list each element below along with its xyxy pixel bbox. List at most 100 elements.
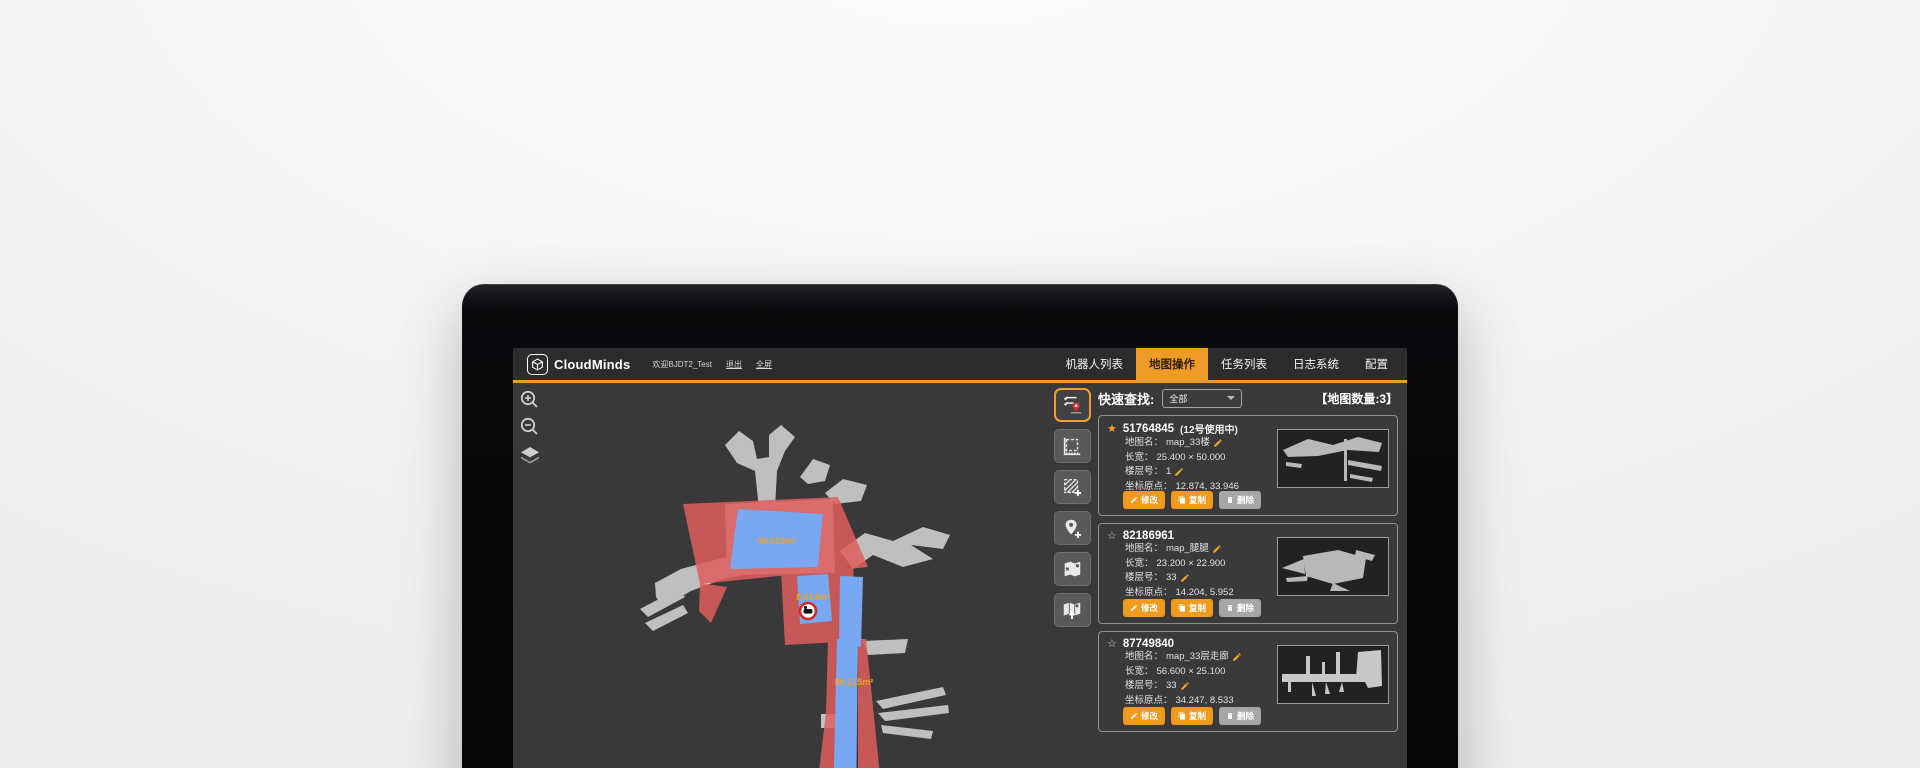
field-value: map_腿腿 bbox=[1166, 542, 1209, 557]
map-upload-icon bbox=[1061, 599, 1083, 621]
edit-pencil-icon[interactable] bbox=[1232, 652, 1242, 662]
edit-pencil-icon bbox=[1130, 712, 1138, 720]
add-restricted-area-tool-button[interactable] bbox=[1054, 470, 1091, 504]
copy-map-button[interactable]: 复制 bbox=[1171, 491, 1213, 509]
field-label: 地图名： bbox=[1125, 650, 1163, 665]
area-measurement-label: 80.215m² bbox=[835, 677, 874, 687]
favorite-star-icon[interactable]: ★ bbox=[1107, 422, 1117, 435]
map-list-panel: 快速查找: 全部 【地图数量:3】 ★ 51764845 (12号使用中) bbox=[1098, 385, 1398, 739]
map-filter-select[interactable]: 全部 bbox=[1162, 389, 1242, 408]
map-id: 87749840 bbox=[1123, 638, 1174, 650]
map-id: 51764845 bbox=[1123, 423, 1174, 435]
field-value: map_33楼 bbox=[1166, 436, 1210, 451]
trash-icon bbox=[1226, 604, 1234, 612]
menu-item-task-list[interactable]: 任务列表 bbox=[1208, 348, 1280, 380]
map-upload-tool-button[interactable] bbox=[1054, 593, 1091, 627]
map-thumbnail bbox=[1277, 537, 1389, 596]
logout-link[interactable]: 退出 bbox=[726, 359, 742, 370]
delete-map-button[interactable]: 删除 bbox=[1219, 707, 1261, 725]
menu-item-log-system[interactable]: 日志系统 bbox=[1280, 348, 1352, 380]
map-count-badge: 【地图数量:3】 bbox=[1315, 390, 1398, 407]
welcome-text: 欢迎BJDT2_Test bbox=[652, 359, 712, 370]
edit-pencil-icon[interactable] bbox=[1180, 681, 1190, 691]
zoom-out-button[interactable] bbox=[518, 415, 542, 439]
edit-map-button[interactable]: 修改 bbox=[1123, 599, 1165, 617]
field-label: 地图名： bbox=[1125, 436, 1163, 451]
map-card[interactable]: ★ 51764845 (12号使用中) 地图名：map_33楼 长宽：25.40… bbox=[1098, 415, 1398, 516]
card-actions: 修改 复制 删除 bbox=[1123, 707, 1261, 725]
edit-map-button[interactable]: 修改 bbox=[1123, 491, 1165, 509]
map-card[interactable]: ☆ 87749840 地图名：map_33层走廊 长宽：56.600 × 25.… bbox=[1098, 631, 1398, 732]
panel-header: 快速查找: 全部 【地图数量:3】 bbox=[1098, 385, 1398, 411]
map-relocate-icon bbox=[1061, 558, 1083, 580]
fullscreen-link[interactable]: 全屏 bbox=[756, 359, 772, 370]
main-menu: 机器人列表 地图操作 任务列表 日志系统 配置 bbox=[1053, 348, 1408, 380]
favorite-star-icon[interactable]: ☆ bbox=[1107, 637, 1117, 650]
measure-area-icon bbox=[1061, 435, 1083, 457]
field-label: 长宽： bbox=[1125, 451, 1154, 466]
task-point-list-tool-button[interactable] bbox=[1054, 388, 1091, 422]
map-relocate-tool-button[interactable] bbox=[1054, 552, 1091, 586]
cloudminds-logo-icon bbox=[527, 354, 548, 375]
field-value: 56.600 × 25.100 bbox=[1157, 665, 1226, 680]
delete-map-button[interactable]: 删除 bbox=[1219, 491, 1261, 509]
quick-search-label: 快速查找: bbox=[1098, 389, 1154, 408]
trash-icon bbox=[1226, 712, 1234, 720]
menu-item-robot-list[interactable]: 机器人列表 bbox=[1053, 348, 1137, 380]
edit-pencil-icon[interactable] bbox=[1213, 438, 1223, 448]
add-point-icon bbox=[1061, 517, 1083, 539]
copy-icon bbox=[1178, 604, 1186, 612]
map-filter-value: 全部 bbox=[1169, 392, 1187, 405]
field-value: 33 bbox=[1166, 571, 1177, 586]
edit-pencil-icon bbox=[1130, 604, 1138, 612]
card-actions: 修改 复制 删除 bbox=[1123, 491, 1261, 509]
field-value: map_33层走廊 bbox=[1166, 650, 1229, 665]
favorite-star-icon[interactable]: ☆ bbox=[1107, 529, 1117, 542]
field-label: 长宽： bbox=[1125, 665, 1154, 680]
menu-item-map-operation[interactable]: 地图操作 bbox=[1136, 348, 1208, 380]
menu-item-config[interactable]: 配置 bbox=[1352, 348, 1401, 380]
brand-name: CloudMinds bbox=[554, 357, 630, 372]
field-label: 楼层号： bbox=[1125, 465, 1163, 480]
add-point-tool-button[interactable] bbox=[1054, 511, 1091, 545]
map-thumbnail bbox=[1277, 645, 1389, 704]
measure-area-tool-button[interactable] bbox=[1054, 429, 1091, 463]
edit-pencil-icon[interactable] bbox=[1174, 467, 1184, 477]
robot-position-marker[interactable] bbox=[800, 603, 816, 619]
field-value: 1 bbox=[1166, 465, 1171, 480]
card-actions: 修改 复制 删除 bbox=[1123, 599, 1261, 617]
area-measurement-label: 8.614m² bbox=[796, 592, 830, 602]
edit-map-button[interactable]: 修改 bbox=[1123, 707, 1165, 725]
delete-map-button[interactable]: 删除 bbox=[1219, 599, 1261, 617]
layers-button[interactable] bbox=[518, 444, 542, 468]
laptop-mockup: CloudMinds 欢迎BJDT2_Test 退出 全屏 机器人列表 地图操作… bbox=[462, 284, 1458, 768]
add-restricted-area-icon bbox=[1061, 476, 1083, 498]
area-measurement-label: 40.519m² bbox=[758, 536, 797, 546]
edit-pencil-icon[interactable] bbox=[1212, 544, 1222, 554]
map-canvas[interactable]: 40.519m² 8.614m² 80.215m² bbox=[513, 383, 1098, 768]
content-area: 40.519m² 8.614m² 80.215m² bbox=[513, 383, 1407, 768]
field-label: 楼层号： bbox=[1125, 679, 1163, 694]
top-navbar: CloudMinds 欢迎BJDT2_Test 退出 全屏 机器人列表 地图操作… bbox=[513, 348, 1407, 380]
task-point-list-icon bbox=[1061, 394, 1083, 416]
field-label: 楼层号： bbox=[1125, 571, 1163, 586]
copy-map-button[interactable]: 复制 bbox=[1171, 599, 1213, 617]
field-label: 地图名： bbox=[1125, 542, 1163, 557]
copy-icon bbox=[1178, 712, 1186, 720]
zoom-in-button[interactable] bbox=[518, 388, 542, 412]
copy-map-button[interactable]: 复制 bbox=[1171, 707, 1213, 725]
chevron-down-icon bbox=[1227, 396, 1235, 400]
trash-icon bbox=[1226, 496, 1234, 504]
map-in-use-suffix: (12号使用中) bbox=[1180, 421, 1238, 436]
copy-icon bbox=[1178, 496, 1186, 504]
field-label: 长宽： bbox=[1125, 557, 1154, 572]
map-card[interactable]: ☆ 82186961 地图名：map_腿腿 长宽：23.200 × 22.900… bbox=[1098, 523, 1398, 624]
field-value: 23.200 × 22.900 bbox=[1157, 557, 1226, 572]
field-value: 33 bbox=[1166, 679, 1177, 694]
map-thumbnail bbox=[1277, 429, 1389, 488]
map-id: 82186961 bbox=[1123, 530, 1174, 542]
app-screen: CloudMinds 欢迎BJDT2_Test 退出 全屏 机器人列表 地图操作… bbox=[513, 348, 1407, 768]
edit-pencil-icon[interactable] bbox=[1180, 573, 1190, 583]
field-value: 25.400 × 50.000 bbox=[1157, 451, 1226, 466]
page-background: CloudMinds 欢迎BJDT2_Test 退出 全屏 机器人列表 地图操作… bbox=[0, 0, 1920, 768]
